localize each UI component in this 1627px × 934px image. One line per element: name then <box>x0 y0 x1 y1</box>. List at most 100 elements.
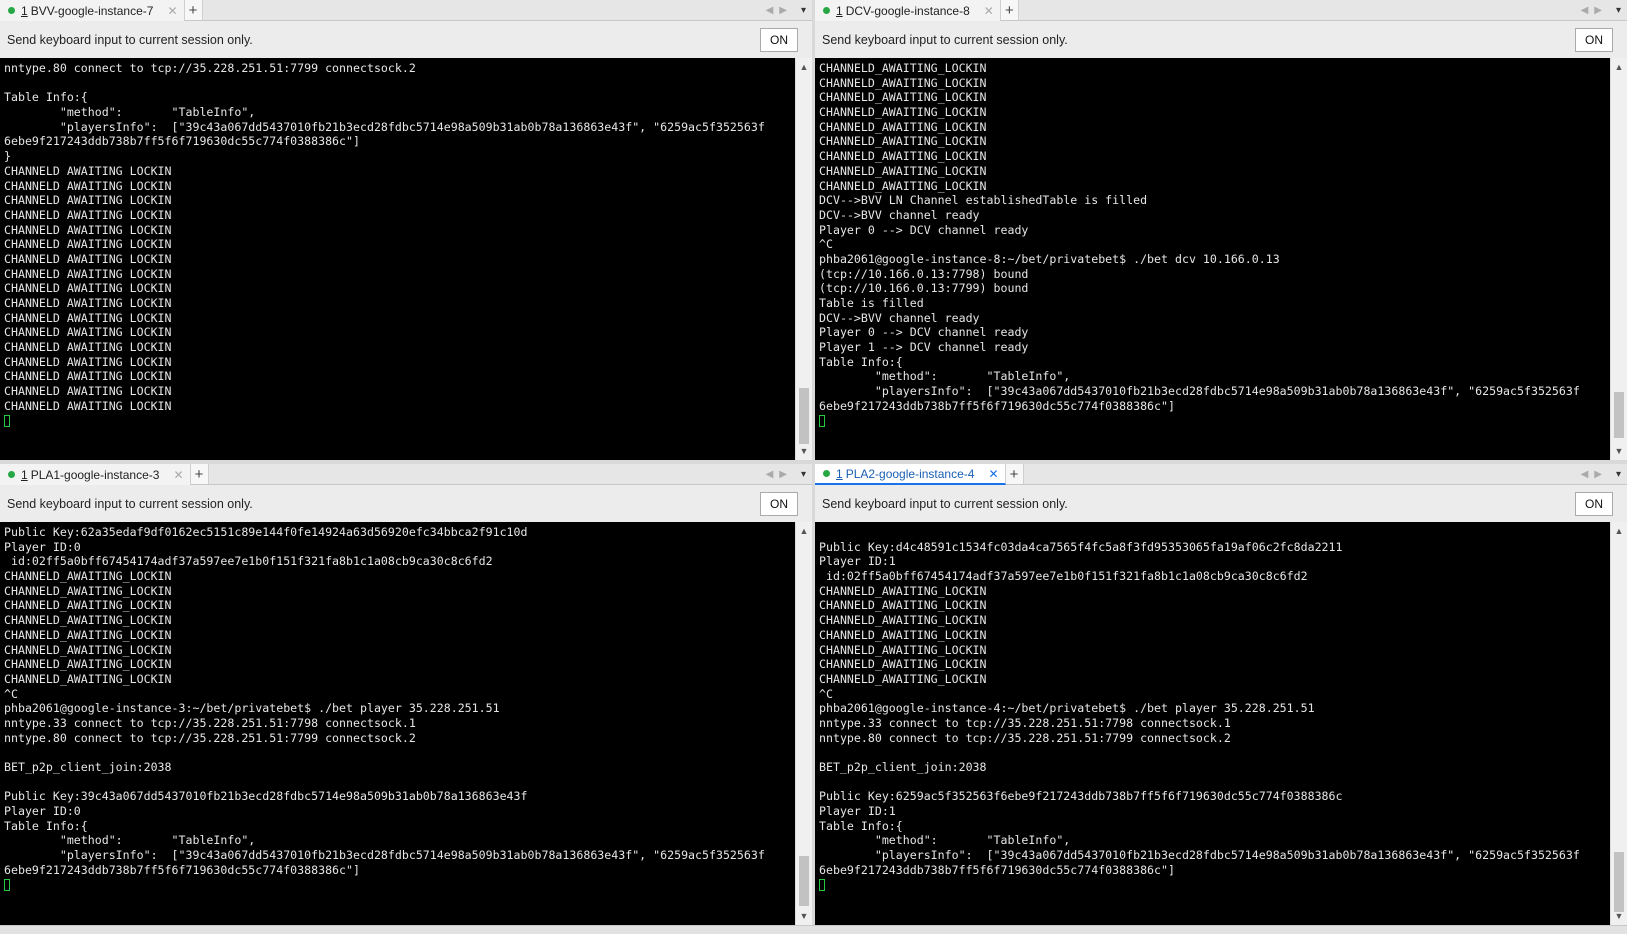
terminal-line: CHANNELD_AWAITING_LOCKIN <box>4 598 172 613</box>
terminal-line: ^C <box>819 237 833 252</box>
chevron-left-icon[interactable]: ◀ <box>766 5 774 16</box>
new-tab-button[interactable]: + <box>1000 0 1019 20</box>
terminal-line: DCV-->BVV channel ready <box>819 310 980 325</box>
caret-down-icon[interactable]: ▾ <box>1616 5 1621 16</box>
terminal-line: ^C <box>819 686 833 701</box>
terminal-line: Table Info:{ <box>4 818 88 833</box>
terminal-line: CHANNELD AWAITING LOCKIN <box>4 384 172 399</box>
close-icon[interactable]: ✕ <box>167 4 177 18</box>
terminal-line: CHANNELD AWAITING LOCKIN <box>4 398 172 413</box>
scroll-thumb[interactable] <box>799 856 809 906</box>
caret-down-icon[interactable]: ▾ <box>801 5 806 16</box>
terminal-line: Player ID:1 <box>819 804 896 819</box>
terminal-line: 6ebe9f217243ddb738b7ff5f6f719630dc55c774… <box>4 134 360 149</box>
chevron-left-icon[interactable]: ◀ <box>1581 469 1589 480</box>
cursor-icon <box>819 415 825 427</box>
scroll-thumb[interactable] <box>799 388 809 444</box>
terminal-line: CHANNELD AWAITING LOCKIN <box>4 178 172 193</box>
terminal-pane-pla1: 1 PLA1-google-instance-3 ✕ + ◀ ▶ ▾ Send … <box>0 464 812 925</box>
terminal-line: 6ebe9f217243ddb738b7ff5f6f719630dc55c774… <box>4 862 360 877</box>
scrollbar[interactable]: ▲ ▼ <box>795 522 812 925</box>
caret-down-icon[interactable]: ▾ <box>1616 469 1621 480</box>
scroll-down-icon[interactable]: ▼ <box>1611 444 1627 458</box>
session-tab-dcv[interactable]: 1 DCV-google-instance-8 ✕ <box>815 0 1001 21</box>
terminal-line: 6ebe9f217243ddb738b7ff5f6f719630dc55c774… <box>819 862 1175 877</box>
terminal-output[interactable]: Public Key:d4c48591c1534fc03da4ca7565f4f… <box>815 522 1610 925</box>
chevron-right-icon[interactable]: ▶ <box>1594 5 1602 16</box>
terminal-line: 6ebe9f217243ddb738b7ff5f6f719630dc55c774… <box>819 398 1175 413</box>
chevron-left-icon[interactable]: ◀ <box>1581 5 1589 16</box>
scroll-thumb[interactable] <box>1614 852 1624 912</box>
on-toggle-button[interactable]: ON <box>760 28 798 52</box>
send-input-label: Send keyboard input to current session o… <box>7 32 253 47</box>
scroll-down-icon[interactable]: ▼ <box>796 444 812 458</box>
close-icon[interactable]: ✕ <box>984 4 994 18</box>
send-input-label: Send keyboard input to current session o… <box>7 496 253 511</box>
terminal-line: CHANNELD AWAITING LOCKIN <box>4 325 172 340</box>
scroll-down-icon[interactable]: ▼ <box>796 909 812 923</box>
scrollbar[interactable]: ▲ ▼ <box>1610 58 1627 460</box>
tab-bar: 1 PLA1-google-instance-3 ✕ + ◀ ▶ ▾ <box>0 464 812 485</box>
terminal-line: CHANNELD_AWAITING_LOCKIN <box>4 613 172 628</box>
on-toggle-button[interactable]: ON <box>1575 492 1613 516</box>
terminal-line: CHANNELD AWAITING LOCKIN <box>4 251 172 266</box>
terminal-line: Table Info:{ <box>4 90 88 105</box>
scroll-thumb[interactable] <box>1614 392 1624 438</box>
tab-navigation: ◀ ▶ ▾ <box>766 0 812 20</box>
terminal-output[interactable]: CHANNELD_AWAITING_LOCKIN CHANNELD_AWAITIN… <box>815 58 1610 460</box>
scroll-up-icon[interactable]: ▲ <box>1611 60 1627 74</box>
close-icon[interactable]: ✕ <box>173 468 183 482</box>
close-icon[interactable]: ✕ <box>988 467 998 481</box>
new-tab-button[interactable]: + <box>184 0 203 20</box>
terminal-line: nntype.80 connect to tcp://35.228.251.51… <box>819 730 1231 745</box>
terminal-line: CHANNELD_AWAITING_LOCKIN <box>819 613 987 628</box>
terminal-line: id:02ff5a0bff67454174adf37a597ee7e1b0f15… <box>4 554 493 569</box>
session-tab-pla2[interactable]: 1 PLA2-google-instance-4 ✕ <box>815 464 1006 485</box>
scrollbar[interactable]: ▲ ▼ <box>795 58 812 460</box>
scroll-up-icon[interactable]: ▲ <box>1611 524 1627 538</box>
terminal-line: Public Key:62a35edaf9df0162ec5151c89e144… <box>4 525 528 539</box>
terminal-line: Player 1 --> DCV channel ready <box>819 340 1029 355</box>
scroll-down-icon[interactable]: ▼ <box>1611 909 1627 923</box>
send-input-bar: Send keyboard input to current session o… <box>0 21 812 58</box>
chevron-left-icon[interactable]: ◀ <box>766 469 774 480</box>
terminal-line: CHANNELD_AWAITING_LOCKIN <box>4 657 172 672</box>
scrollbar[interactable]: ▲ ▼ <box>1610 522 1627 925</box>
terminal-line: nntype.33 connect to tcp://35.228.251.51… <box>4 715 416 730</box>
chevron-right-icon[interactable]: ▶ <box>779 5 787 16</box>
tab-number: 1 <box>21 467 28 482</box>
terminal-line: phba2061@google-instance-3:~/bet/private… <box>4 701 500 716</box>
send-input-bar: Send keyboard input to current session o… <box>0 485 812 522</box>
chevron-right-icon[interactable]: ▶ <box>1594 469 1602 480</box>
terminal-line: (tcp://10.166.0.13:7799) bound <box>819 281 1029 296</box>
terminal-line: "playersInfo": ["39c43a067dd5437010fb21b… <box>819 384 1580 399</box>
scroll-up-icon[interactable]: ▲ <box>796 60 812 74</box>
on-toggle-button[interactable]: ON <box>760 492 798 516</box>
new-tab-button[interactable]: + <box>190 464 209 484</box>
terminal-line: nntype.80 connect to tcp://35.228.251.51… <box>4 730 416 745</box>
terminal-pane-pla2: 1 PLA2-google-instance-4 ✕ + ◀ ▶ ▾ Send … <box>815 464 1627 925</box>
cursor-icon <box>4 415 10 427</box>
terminal-line: CHANNELD AWAITING LOCKIN <box>4 237 172 252</box>
terminal-line: "method": "TableInfo", <box>819 833 1071 848</box>
scroll-up-icon[interactable]: ▲ <box>796 524 812 538</box>
terminal-line: CHANNELD_AWAITING_LOCKIN <box>819 642 987 657</box>
terminal-line: Table Info:{ <box>819 818 903 833</box>
session-tab-pla1[interactable]: 1 PLA1-google-instance-3 ✕ <box>0 464 191 485</box>
session-status-icon <box>823 7 830 14</box>
on-toggle-button[interactable]: ON <box>1575 28 1613 52</box>
terminal-line: (tcp://10.166.0.13:7798) bound <box>819 266 1029 281</box>
chevron-right-icon[interactable]: ▶ <box>779 469 787 480</box>
send-input-bar: Send keyboard input to current session o… <box>815 485 1627 522</box>
terminal-line: Table Info:{ <box>819 354 903 369</box>
new-tab-button[interactable]: + <box>1005 464 1024 484</box>
terminal-output[interactable]: Public Key:62a35edaf9df0162ec5151c89e144… <box>0 522 795 925</box>
terminal-output[interactable]: nntype.80 connect to tcp://35.228.251.51… <box>0 58 795 460</box>
tab-title: PLA1-google-instance-3 <box>30 467 160 482</box>
session-tab-bvv[interactable]: 1 BVV-google-instance-7 ✕ <box>0 0 185 21</box>
terminal-line: CHANNELD AWAITING LOCKIN <box>4 310 172 325</box>
caret-down-icon[interactable]: ▾ <box>801 469 806 480</box>
